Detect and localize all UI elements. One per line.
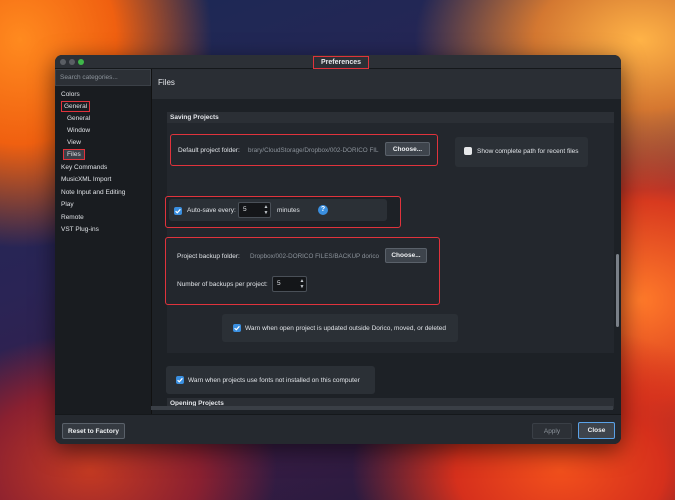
backup-folder-row: Project backup folder: Dropbox/002-DORIC… <box>165 237 440 305</box>
scrollbar-thumb[interactable] <box>616 254 619 327</box>
categories-sidebar: Search categories... Colors General Gene… <box>55 69 151 414</box>
page-title: Files <box>152 69 621 99</box>
stepper-down-icon[interactable]: ▼ <box>263 211 269 216</box>
sidebar-item-note-input[interactable]: Note Input and Editing <box>55 187 151 199</box>
backup-folder-label: Project backup folder: <box>177 253 240 260</box>
search-categories-input[interactable]: Search categories... <box>55 69 151 86</box>
saving-projects-heading: Saving Projects <box>167 112 614 123</box>
sidebar-item-files[interactable]: Files <box>55 149 151 161</box>
sidebar-item-key-commands[interactable]: Key Commands <box>55 162 151 174</box>
backups-count-value: 5 <box>277 280 281 287</box>
show-complete-path-label: Show complete path for recent files <box>477 148 579 155</box>
checkmark-icon <box>175 208 181 214</box>
warn-outside-label: Warn when open project is updated outsid… <box>245 325 447 332</box>
sidebar-item-remote[interactable]: Remote <box>55 212 151 224</box>
apply-button[interactable]: Apply <box>532 423 572 439</box>
show-complete-path-row: Show complete path for recent files <box>455 137 588 167</box>
backups-count-label: Number of backups per project: <box>177 281 268 288</box>
choose-backup-folder-button[interactable]: Choose... <box>385 248 427 263</box>
warn-fonts-label: Warn when projects use fonts not install… <box>188 377 360 384</box>
show-complete-path-checkbox[interactable] <box>464 147 472 155</box>
sidebar-item-musicxml-import[interactable]: MusicXML Import <box>55 174 151 186</box>
autosave-checkbox[interactable] <box>174 207 182 215</box>
autosave-minutes-value: 5 <box>243 206 247 213</box>
warn-outside-checkbox[interactable] <box>233 324 241 332</box>
default-folder-path: brary/CloudStorage/Dropbox/002-DORICO FI… <box>248 147 379 154</box>
close-button[interactable]: Close <box>578 422 615 439</box>
autosave-minutes-stepper[interactable]: 5 ▲ ▼ <box>238 202 271 218</box>
window-title: Preferences <box>313 56 369 69</box>
autosave-row: Auto-save every: 5 ▲ ▼ minutes ? <box>165 196 401 228</box>
horizontal-scrollbar[interactable] <box>151 406 613 410</box>
default-folder-label: Default project folder: <box>178 147 240 154</box>
sidebar-item-vst-plugins[interactable]: VST Plug-ins <box>55 224 151 236</box>
title-bar: Preferences <box>55 55 621 69</box>
minimize-window-icon[interactable] <box>69 59 75 65</box>
warn-outside-row: Warn when open project is updated outsid… <box>222 314 458 342</box>
backup-folder-path: Dropbox/002-DORICO FILES/BACKUP dorico f… <box>250 253 380 260</box>
autosave-unit-label: minutes <box>277 207 300 214</box>
reset-to-factory-button[interactable]: Reset to Factory <box>62 423 125 439</box>
warn-fonts-row: Warn when projects use fonts not install… <box>166 366 375 394</box>
sidebar-item-general-general[interactable]: General <box>55 113 151 125</box>
zoom-window-icon[interactable] <box>78 59 84 65</box>
close-window-icon[interactable] <box>60 59 66 65</box>
sidebar-item-view[interactable]: View <box>55 137 151 149</box>
sidebar-item-general[interactable]: General <box>55 101 151 113</box>
autosave-label: Auto-save every: <box>187 207 236 214</box>
stepper-down-icon[interactable]: ▼ <box>299 285 305 290</box>
checkmark-icon <box>234 325 240 331</box>
warn-fonts-checkbox[interactable] <box>176 376 184 384</box>
default-folder-row: Default project folder: brary/CloudStora… <box>170 134 438 166</box>
sidebar-item-play[interactable]: Play <box>55 199 151 211</box>
sidebar-item-window[interactable]: Window <box>55 125 151 137</box>
footer-bar: Reset to Factory Apply Close <box>55 414 621 444</box>
help-icon[interactable]: ? <box>318 205 328 215</box>
checkmark-icon <box>177 377 183 383</box>
choose-default-folder-button[interactable]: Choose... <box>385 142 430 156</box>
files-preferences-panel: Files Saving Projects Default project fo… <box>151 69 621 414</box>
backups-count-stepper[interactable]: 5 ▲ ▼ <box>272 276 307 292</box>
sidebar-item-colors[interactable]: Colors <box>55 89 151 101</box>
